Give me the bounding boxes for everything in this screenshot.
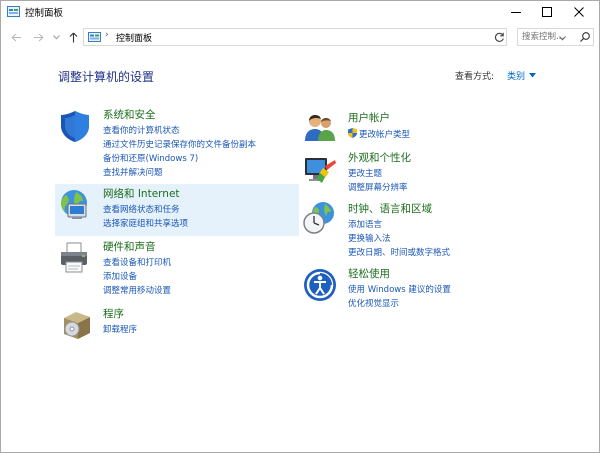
- link-devices-printers[interactable]: 查看设备和打印机: [103, 256, 171, 268]
- link-network-status[interactable]: 查看网络状态和任务: [103, 203, 180, 215]
- chevron-down-icon: [52, 34, 60, 40]
- search-icon[interactable]: [579, 31, 591, 43]
- minimize-button[interactable]: [501, 1, 531, 23]
- control-panel-icon: [88, 32, 101, 42]
- link-add-language[interactable]: 添加语言: [348, 218, 382, 230]
- category-network-internet[interactable]: 网络和 Internet 查看网络状态和任务 选择家庭组和共享选项: [55, 184, 299, 236]
- printer-icon[interactable]: [58, 241, 92, 275]
- link-optimize-visual-display[interactable]: 优化视觉显示: [348, 297, 399, 309]
- link-screen-resolution[interactable]: 调整屏幕分辨率: [348, 181, 408, 193]
- search-box[interactable]: [517, 28, 594, 46]
- users-icon[interactable]: [303, 110, 337, 144]
- control-panel-icon: [7, 6, 20, 17]
- category-title[interactable]: 轻松使用: [348, 266, 390, 281]
- category-title[interactable]: 程序: [103, 306, 124, 321]
- category-system-security: 系统和安全 查看你的计算机状态 通过文件历史记录保存你的文件备份副本 备份和还原…: [58, 105, 299, 181]
- refresh-button[interactable]: [492, 30, 506, 44]
- close-button[interactable]: [564, 1, 594, 23]
- category-ease-of-access: 轻松使用 使用 Windows 建议的设置 优化视觉显示: [303, 264, 543, 312]
- caret-down-icon[interactable]: [529, 73, 536, 78]
- link-change-account-type[interactable]: 更改帐户类型: [359, 128, 410, 140]
- link-homegroup-sharing[interactable]: 选择家庭组和共享选项: [103, 217, 188, 229]
- link-uninstall-program[interactable]: 卸载程序: [103, 323, 137, 335]
- programs-disc-icon[interactable]: [60, 307, 94, 341]
- shield-icon[interactable]: [58, 109, 92, 143]
- address-bar[interactable]: › 控制面板: [83, 28, 566, 46]
- category-user-accounts: 用户帐户 更改帐户类型: [303, 108, 543, 144]
- minimize-icon: [511, 12, 521, 13]
- close-icon: [574, 7, 584, 17]
- search-input[interactable]: [520, 30, 580, 44]
- network-globe-icon: [61, 190, 87, 219]
- breadcrumb-control-panel[interactable]: 控制面板: [116, 31, 152, 44]
- category-title[interactable]: 网络和 Internet: [103, 186, 180, 201]
- link-recommended-settings[interactable]: 使用 Windows 建议的设置: [348, 283, 451, 295]
- forward-button[interactable]: [31, 30, 45, 44]
- category-title[interactable]: 外观和个性化: [348, 150, 411, 165]
- control-panel-window: 控制面板 › 控制面板 搜索控制... 调整计算机的设置 查看方式: 类别 系统…: [0, 0, 600, 453]
- link-view-computer-status[interactable]: 查看你的计算机状态: [103, 124, 180, 136]
- maximize-icon: [542, 7, 552, 17]
- recent-locations-button[interactable]: [49, 30, 63, 44]
- category-appearance: 外观和个性化 更改主题 调整屏幕分辨率: [303, 148, 543, 196]
- link-change-theme[interactable]: 更改主题: [348, 167, 382, 179]
- category-title[interactable]: 时钟、语言和区域: [348, 201, 432, 216]
- link-add-device[interactable]: 添加设备: [103, 270, 137, 282]
- monitor-paint-icon[interactable]: [303, 152, 337, 186]
- link-change-input-method[interactable]: 更换输入法: [348, 232, 391, 244]
- clock-globe-icon[interactable]: [303, 201, 337, 235]
- breadcrumb-separator-icon[interactable]: ›: [105, 30, 109, 40]
- ease-of-access-icon[interactable]: [303, 268, 337, 302]
- link-date-time-format[interactable]: 更改日期、时间或数字格式: [348, 246, 450, 258]
- arrow-left-icon: [11, 33, 21, 41]
- category-hardware-sound: 硬件和声音 查看设备和打印机 添加设备 调整常用移动设置: [58, 237, 299, 297]
- title-bar[interactable]: 控制面板: [1, 1, 599, 23]
- navigation-bar: › 控制面板: [1, 26, 599, 48]
- window-title: 控制面板: [25, 8, 64, 19]
- category-programs: 程序 卸载程序: [58, 304, 299, 344]
- maximize-button[interactable]: [532, 1, 562, 23]
- category-title[interactable]: 硬件和声音: [103, 239, 156, 254]
- page-title: 调整计算机的设置: [58, 70, 155, 84]
- arrow-right-icon: [33, 33, 43, 41]
- up-button[interactable]: [66, 30, 80, 44]
- category-title[interactable]: 系统和安全: [103, 107, 156, 122]
- view-by-label: 查看方式:: [455, 72, 495, 82]
- refresh-icon: [494, 32, 504, 42]
- link-backup-restore[interactable]: 备份和还原(Windows 7): [103, 152, 198, 164]
- link-mobility-settings[interactable]: 调整常用移动设置: [103, 284, 171, 296]
- view-by-dropdown[interactable]: 类别: [507, 69, 525, 82]
- link-troubleshoot[interactable]: 查找并解决问题: [103, 166, 163, 178]
- uac-shield-icon: [348, 128, 357, 138]
- back-button[interactable]: [9, 30, 23, 44]
- link-file-history-backup[interactable]: 通过文件历史记录保存你的文件备份副本: [103, 138, 256, 150]
- arrow-up-icon: [69, 32, 77, 42]
- category-clock-language-region: 时钟、语言和区域 添加语言 更换输入法 更改日期、时间或数字格式: [303, 199, 543, 261]
- category-title[interactable]: 用户帐户: [348, 110, 390, 125]
